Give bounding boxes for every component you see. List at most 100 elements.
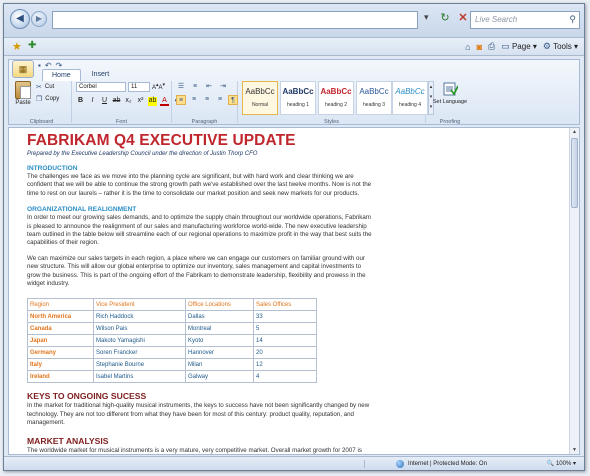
feeds-icon[interactable]: ◙ [477,42,482,52]
table-cell: Kyoto [185,334,254,348]
style-heading-2[interactable]: AaBbCc heading 2 [318,81,354,115]
security-zone[interactable]: Internet | Protected Mode: On [396,460,487,468]
justify-icon[interactable]: ≡ [215,95,225,105]
font-size-value: 11 [131,84,138,90]
document-subtitle: Prepared by the Executive Leadership Cou… [27,151,258,157]
table-cell: Hannover [185,346,254,360]
scroll-down-icon[interactable]: ▼ [572,447,577,453]
tab-insert[interactable]: Insert [83,69,119,81]
keys-paragraph: In the market for traditional high-quali… [27,402,370,427]
table-cell: Galway [185,370,254,384]
style-sample: AaBbCc [282,87,314,96]
styles-group-label: Styles [324,119,339,125]
favorites-star-icon[interactable]: ★ [12,40,22,53]
paste-label: Paste [15,100,31,106]
table-header-cell: Office Locations [185,298,254,312]
bullets-icon[interactable]: ☰ [176,82,186,92]
document-page[interactable]: FABRIKAM Q4 EXECUTIVE UPDATE Prepared by… [27,128,547,454]
table-cell: 5 [253,322,317,336]
italic-button[interactable]: I [88,97,97,106]
cut-button[interactable]: ✂ Cut [36,83,54,91]
address-dropdown-icon[interactable]: ▾ [424,12,429,23]
strikethrough-button[interactable]: ab [112,97,121,106]
scissors-icon: ✂ [36,84,42,91]
document-area[interactable]: FABRIKAM Q4 EXECUTIVE UPDATE Prepared by… [8,127,580,455]
cut-label: Cut [44,84,55,90]
home-icon[interactable]: ⌂ [465,42,470,52]
paste-button[interactable]: Paste [14,81,32,109]
tools-menu[interactable]: ⚙ Tools ▾ [543,41,578,52]
style-heading-1[interactable]: AaBbCc heading 1 [280,81,316,115]
regions-table: Region Vice President Office Locations S… [27,298,317,384]
highlight-button[interactable]: ab [148,97,157,106]
font-size-select[interactable]: 11 [128,82,150,92]
page-menu[interactable]: ▭ Page ▾ [501,41,537,52]
intro-heading: INTRODUCTION [27,165,78,172]
clipboard-group-label: Clipboard [29,119,54,125]
tools-menu-label: Tools [553,42,572,51]
subscript-button[interactable]: x₂ [124,97,133,106]
page-icon: ▭ [501,41,510,51]
table-cell: Germany [27,346,94,360]
realignment-heading: ORGANIZATIONAL REALIGNMENT [27,206,137,214]
search-input[interactable]: Live Search ⚲ [470,11,580,29]
command-bar-right: ⌂ ◙ ⎙ ▭ Page ▾ ⚙ Tools ▾ [465,41,578,52]
back-button[interactable]: ◀ [10,9,30,29]
add-favorites-icon[interactable]: ✚ [28,40,36,51]
ltr-icon[interactable]: ¶ [228,95,238,105]
font-color-button[interactable]: A [160,97,169,106]
style-name: heading 3 [363,102,385,108]
refresh-icon[interactable]: ↻ [438,11,452,25]
style-heading-3[interactable]: AaBbCc heading 3 [356,81,392,115]
set-language-icon[interactable] [442,81,459,97]
scrollbar-thumb[interactable] [571,138,578,208]
style-normal[interactable]: AaBbCc Normal [242,81,278,115]
market-heading: MARKET ANALYSIS [27,435,109,446]
forward-button[interactable]: ▶ [31,11,47,27]
globe-icon [396,460,404,468]
font-format-row: B I U ab x₂ x² ab A ▾ [76,97,181,106]
table-cell: Canada [27,322,94,336]
table-cell: 33 [253,310,317,324]
zoom-level: 100% [555,461,572,467]
table-cell: Italy [27,358,94,372]
set-language-button[interactable]: Set Language [430,99,470,106]
copy-button[interactable]: ❐ Copy [36,95,59,103]
scroll-up-icon[interactable]: ▲ [572,129,577,135]
align-left-icon[interactable]: ≡ [176,95,186,105]
vertical-scrollbar[interactable]: ▲ ▼ [569,128,579,454]
style-heading-4[interactable]: AaBbCc heading 4 [392,81,428,115]
grow-font-button[interactable]: A▴A▾ [152,82,165,91]
search-icon[interactable]: ⚲ [569,14,576,25]
table-row: North America Rich Haddock Dallas 33 [27,310,317,324]
align-right-icon[interactable]: ≡ [202,95,212,105]
address-bar[interactable] [52,11,418,29]
numbering-icon[interactable]: ≡ [190,82,200,92]
table-cell: 14 [253,334,317,348]
superscript-button[interactable]: x² [136,97,145,106]
style-sample: AaBbCc [245,87,275,96]
stop-icon[interactable]: ✕ [456,11,470,25]
decrease-indent-icon[interactable]: ⇤ [204,82,214,92]
font-name-select[interactable]: Corbel [76,82,126,92]
bold-button[interactable]: B [76,97,85,106]
office-button[interactable]: ▦ [12,60,34,78]
increase-indent-icon[interactable]: ⇥ [218,82,228,92]
table-row: Canada Wilson Pais Montreal 5 [27,322,317,336]
style-sample: AaBbCc [359,87,389,96]
print-icon[interactable]: ⎙ [488,41,495,52]
realignment-paragraph-1: In order to meet our growing sales deman… [27,214,372,247]
tab-home[interactable]: Home [42,69,81,81]
navigation-bar: ◀ ▶ ▾ ↻ ✕ Live Search ⚲ [4,4,584,38]
paragraph-group-label: Paragraph [191,119,218,125]
copy-label: Copy [45,96,60,102]
zoom-control[interactable]: 🔍 100% ▾ [547,460,576,467]
save-icon[interactable]: ▪ [38,61,41,70]
market-paragraph: The worldwide market for musical instrum… [27,446,362,454]
align-center-icon[interactable]: ≡ [189,95,199,105]
copy-icon: ❐ [36,96,43,103]
realignment-paragraph-2: We can maximize our sales targets in eac… [27,254,366,288]
underline-button[interactable]: U [100,97,109,106]
styles-group: AaBbCc Normal AaBbCc heading 1 AaBbCc he… [238,81,434,125]
ribbon-tabs: Home Insert [42,69,118,81]
